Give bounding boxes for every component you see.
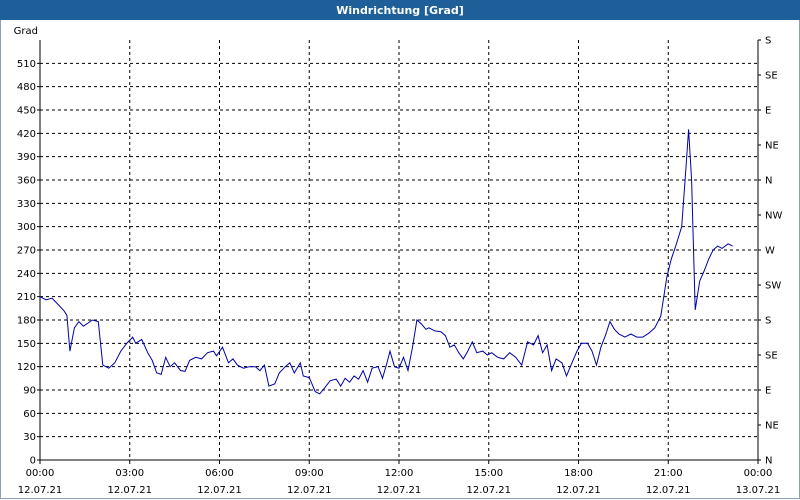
- y-tick-label: 480: [17, 82, 36, 93]
- y-tick-label: 120: [17, 362, 36, 373]
- x-tick-time: 00:00: [26, 468, 55, 479]
- x-tick-time: 12:00: [385, 468, 414, 479]
- y-tick-label: 390: [17, 152, 36, 163]
- x-tick-date: 12.07.21: [377, 485, 422, 496]
- x-tick-date: 12.07.21: [646, 485, 691, 496]
- x-tick-time: 15:00: [474, 468, 503, 479]
- x-tick-date: 12.07.21: [18, 485, 63, 496]
- y2-tick-label: NW: [765, 211, 782, 222]
- y2-tick-label: N: [765, 456, 772, 467]
- x-tick-date: 12.07.21: [287, 485, 332, 496]
- x-tick-date: 12.07.21: [556, 485, 601, 496]
- y-tick-label: 180: [17, 316, 36, 327]
- y-tick-label: 360: [17, 176, 36, 187]
- x-tick-date: 12.07.21: [107, 485, 152, 496]
- y-tick-label: 420: [17, 129, 36, 140]
- x-tick-time: 18:00: [564, 468, 593, 479]
- x-tick-date: 12.07.21: [197, 485, 242, 496]
- y-tick-label: 240: [17, 269, 36, 280]
- y-tick-label: 0: [30, 456, 36, 467]
- y-tick-label: 270: [17, 246, 36, 257]
- y2-tick-label: N: [765, 176, 772, 187]
- x-tick-date: 13.07.21: [736, 485, 781, 496]
- x-tick-date: 12.07.21: [466, 485, 511, 496]
- y-tick-label: 330: [17, 199, 36, 210]
- y-tick-label: 210: [17, 292, 36, 303]
- y-tick-label: 60: [23, 409, 36, 420]
- y2-tick-label: SE: [765, 351, 778, 362]
- y-tick-label: 300: [17, 222, 36, 233]
- y2-tick-label: SE: [765, 71, 778, 82]
- y-tick-label: 90: [23, 386, 36, 397]
- y2-tick-label: S: [765, 316, 771, 327]
- y-tick-label: 30: [23, 432, 36, 443]
- x-tick-time: 06:00: [205, 468, 234, 479]
- chart-canvas: 0 30 60 90 120 150 180 210 240 270 300 330 360 390 420…: [14, 26, 783, 496]
- x-tick-time: 00:00: [744, 468, 773, 479]
- y2-tick-label: SW: [765, 281, 781, 292]
- y2-tick-label: S: [765, 36, 771, 47]
- y-tick-label: 150: [17, 339, 36, 350]
- y2-tick-label: NE: [765, 141, 779, 152]
- y-axis-label: Grad: [14, 26, 38, 37]
- x-tick-time: 21:00: [654, 468, 683, 479]
- x-tick-time: 09:00: [295, 468, 324, 479]
- y2-tick-label: E: [765, 386, 771, 397]
- y2-tick-label: NE: [765, 421, 779, 432]
- x-tick-time: 03:00: [115, 468, 144, 479]
- y2-tick-label: W: [765, 246, 775, 257]
- y-tick-label: 450: [17, 106, 36, 117]
- y-tick-label: 510: [17, 59, 36, 70]
- y2-tick-label: E: [765, 106, 771, 117]
